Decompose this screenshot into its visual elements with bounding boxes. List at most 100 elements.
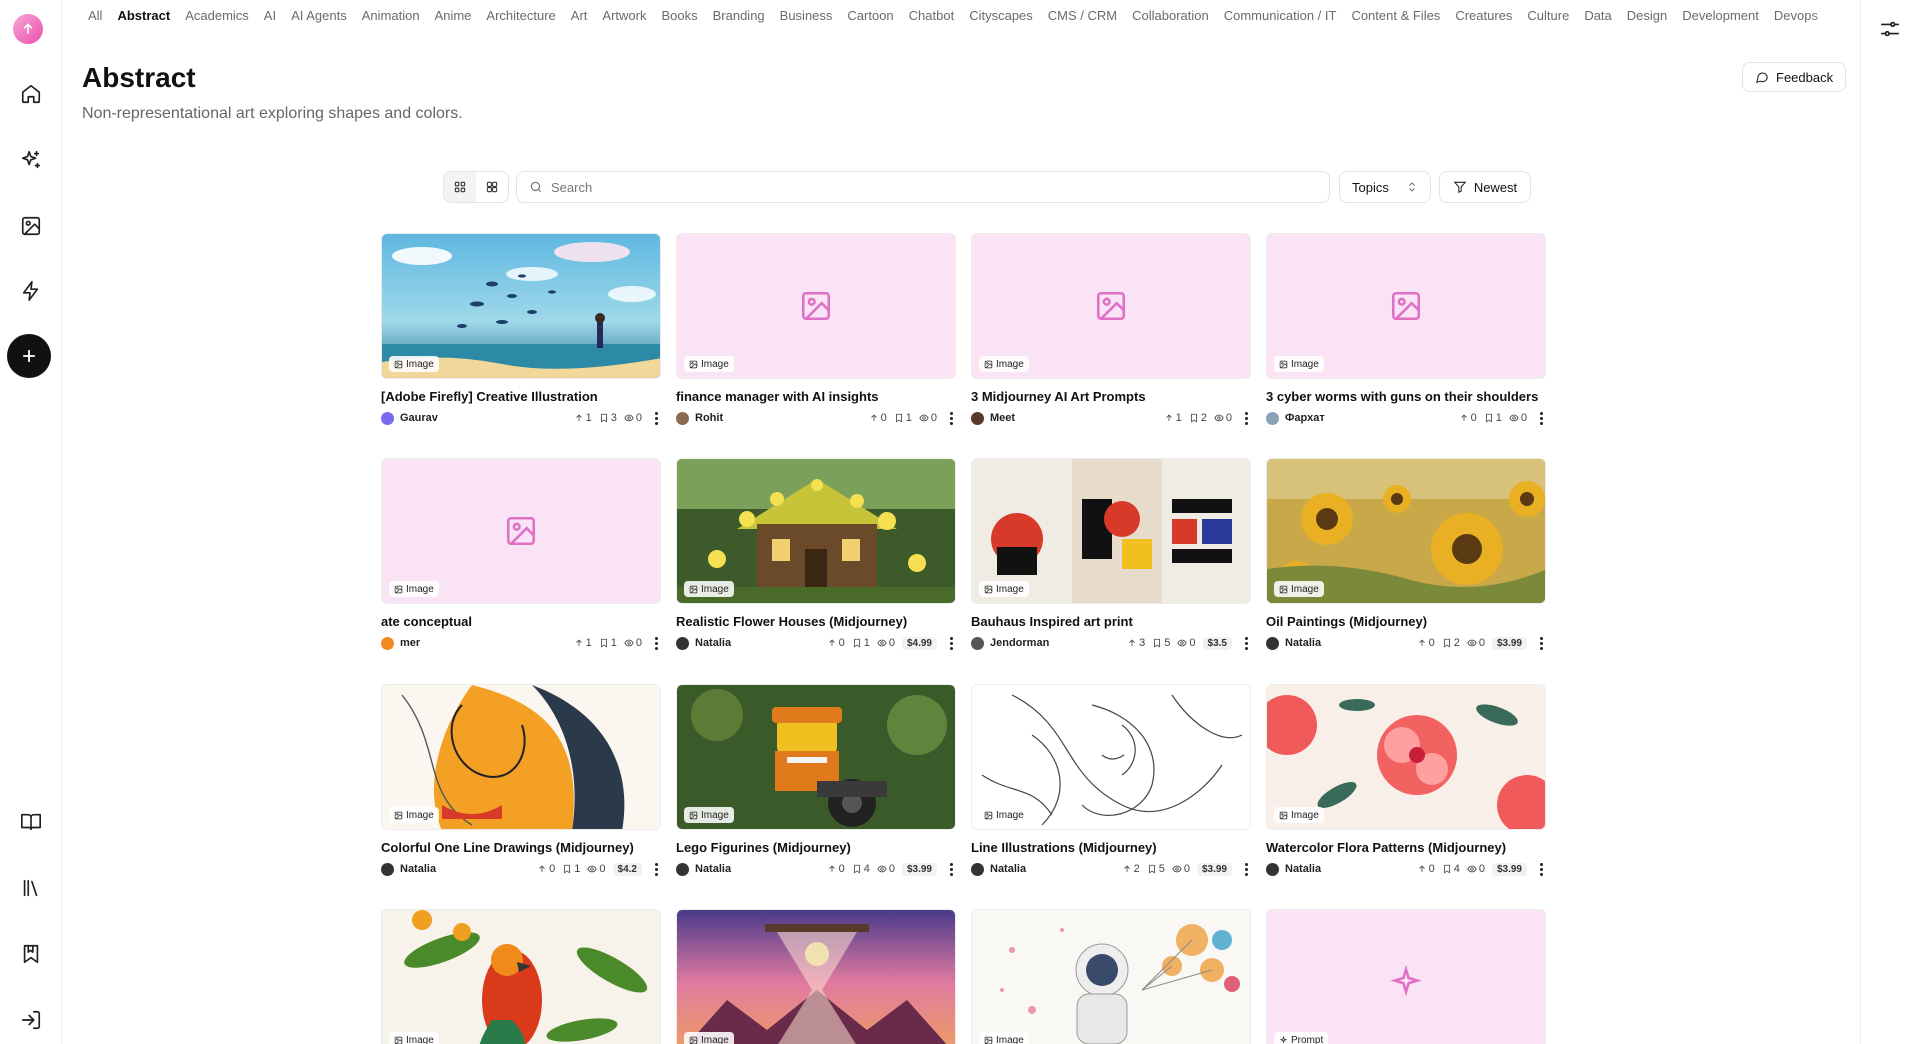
more-options-icon[interactable] (946, 636, 956, 650)
avatar[interactable] (971, 411, 984, 425)
sparkles-icon[interactable] (8, 137, 54, 183)
avatar[interactable] (381, 636, 394, 650)
card-title[interactable]: 3 Midjourney AI Art Prompts (971, 389, 1251, 404)
upvote-count[interactable]: 0 (537, 863, 555, 875)
upvote-count[interactable]: 0 (1417, 637, 1435, 649)
more-options-icon[interactable] (1536, 411, 1546, 425)
card-title[interactable]: [Adobe Firefly] Creative Illustration (381, 389, 661, 404)
book-open-icon[interactable] (8, 799, 54, 845)
card-title[interactable]: Realistic Flower Houses (Midjourney) (676, 614, 956, 629)
save-count[interactable]: 3 (599, 412, 617, 424)
card-thumbnail[interactable]: Image (971, 233, 1251, 379)
upvote-count[interactable]: 0 (1459, 412, 1477, 424)
category-tab-design[interactable]: Design (1627, 8, 1667, 23)
card-thumbnail[interactable]: Image (676, 233, 956, 379)
image-icon[interactable] (8, 203, 54, 249)
card-title[interactable]: Bauhaus Inspired art print (971, 614, 1251, 629)
more-options-icon[interactable] (651, 862, 661, 876)
author-name[interactable]: Natalia (695, 637, 820, 649)
category-tab-business[interactable]: Business (780, 8, 833, 23)
category-tab-animation[interactable]: Animation (362, 8, 420, 23)
upvote-count[interactable]: 0 (869, 412, 887, 424)
more-options-icon[interactable] (651, 636, 661, 650)
library-icon[interactable] (8, 865, 54, 911)
save-count[interactable]: 4 (1442, 863, 1460, 875)
log-in-icon[interactable] (8, 997, 54, 1043)
avatar[interactable] (676, 862, 689, 876)
card-title[interactable]: Colorful One Line Drawings (Midjourney) (381, 840, 661, 855)
category-tab-all[interactable]: All (88, 8, 102, 23)
category-tab-art[interactable]: Art (571, 8, 588, 23)
category-tab-data[interactable]: Data (1584, 8, 1611, 23)
card-title[interactable]: ate conceptual (381, 614, 661, 629)
card-title[interactable]: finance manager with AI insights (676, 389, 956, 404)
category-tab-branding[interactable]: Branding (713, 8, 765, 23)
author-name[interactable]: mer (400, 637, 567, 649)
more-options-icon[interactable] (1536, 636, 1546, 650)
grid-small-view-button[interactable] (476, 172, 508, 202)
more-options-icon[interactable] (1241, 862, 1251, 876)
avatar[interactable] (1266, 411, 1279, 425)
author-name[interactable]: Natalia (400, 863, 530, 875)
category-tab-anime[interactable]: Anime (435, 8, 472, 23)
save-count[interactable]: 1 (1484, 412, 1502, 424)
card-thumbnail[interactable]: Image (381, 909, 661, 1044)
avatar[interactable] (676, 411, 689, 425)
avatar[interactable] (1266, 636, 1279, 650)
upvote-count[interactable]: 0 (827, 637, 845, 649)
more-options-icon[interactable] (946, 411, 956, 425)
search-input[interactable] (551, 179, 1311, 195)
card-thumbnail[interactable]: Image (1266, 458, 1546, 604)
upvote-count[interactable]: 0 (1417, 863, 1435, 875)
avatar[interactable] (381, 411, 394, 425)
logo-icon[interactable] (13, 14, 43, 44)
more-options-icon[interactable] (1241, 636, 1251, 650)
author-name[interactable]: Natalia (1285, 863, 1410, 875)
sort-button[interactable]: Newest (1439, 171, 1531, 203)
upvote-count[interactable]: 3 (1127, 637, 1145, 649)
author-name[interactable]: Natalia (1285, 637, 1410, 649)
card-thumbnail[interactable]: Image (381, 458, 661, 604)
save-count[interactable]: 1 (894, 412, 912, 424)
author-name[interactable]: Natalia (990, 863, 1115, 875)
card-title[interactable]: Lego Figurines (Midjourney) (676, 840, 956, 855)
save-count[interactable]: 1 (562, 863, 580, 875)
card-title[interactable]: 3 cyber worms with guns on their shoulde… (1266, 389, 1546, 404)
card-thumbnail[interactable]: Image (1266, 684, 1546, 830)
card-thumbnail[interactable]: Image (971, 909, 1251, 1044)
category-tab-culture[interactable]: Culture (1527, 8, 1569, 23)
card-thumbnail[interactable]: Image (676, 909, 956, 1044)
card-title[interactable]: Watercolor Flora Patterns (Midjourney) (1266, 840, 1546, 855)
save-count[interactable]: 1 (852, 637, 870, 649)
card-thumbnail[interactable]: Prompt (1266, 909, 1546, 1044)
avatar[interactable] (1266, 862, 1279, 876)
home-icon[interactable] (8, 71, 54, 117)
category-tab-creatures[interactable]: Creatures (1455, 8, 1512, 23)
category-tab-chatbot[interactable]: Chatbot (909, 8, 955, 23)
card-title[interactable]: Line Illustrations (Midjourney) (971, 840, 1251, 855)
more-options-icon[interactable] (1536, 862, 1546, 876)
card-thumbnail[interactable]: Image (676, 684, 956, 830)
zap-icon[interactable] (8, 268, 54, 314)
save-count[interactable]: 1 (599, 637, 617, 649)
sliders-icon[interactable] (1879, 18, 1903, 42)
bookmark-icon[interactable] (8, 931, 54, 977)
card-thumbnail[interactable]: Image (676, 458, 956, 604)
upvote-count[interactable]: 1 (1164, 412, 1182, 424)
upvote-count[interactable]: 1 (574, 637, 592, 649)
avatar[interactable] (971, 636, 984, 650)
author-name[interactable]: Rohit (695, 412, 862, 424)
author-name[interactable]: Gaurav (400, 412, 567, 424)
category-tab-ai[interactable]: AI (264, 8, 276, 23)
plus-icon[interactable] (7, 334, 51, 378)
feedback-button[interactable]: Feedback (1742, 62, 1847, 92)
author-name[interactable]: Jendorman (990, 637, 1120, 649)
category-tab-cartoon[interactable]: Cartoon (847, 8, 893, 23)
avatar[interactable] (676, 636, 689, 650)
category-tab-communication-it[interactable]: Communication / IT (1224, 8, 1337, 23)
save-count[interactable]: 5 (1147, 863, 1165, 875)
topics-select[interactable]: Topics (1339, 171, 1431, 203)
author-name[interactable]: Natalia (695, 863, 820, 875)
category-tab-books[interactable]: Books (661, 8, 697, 23)
avatar[interactable] (381, 862, 394, 876)
